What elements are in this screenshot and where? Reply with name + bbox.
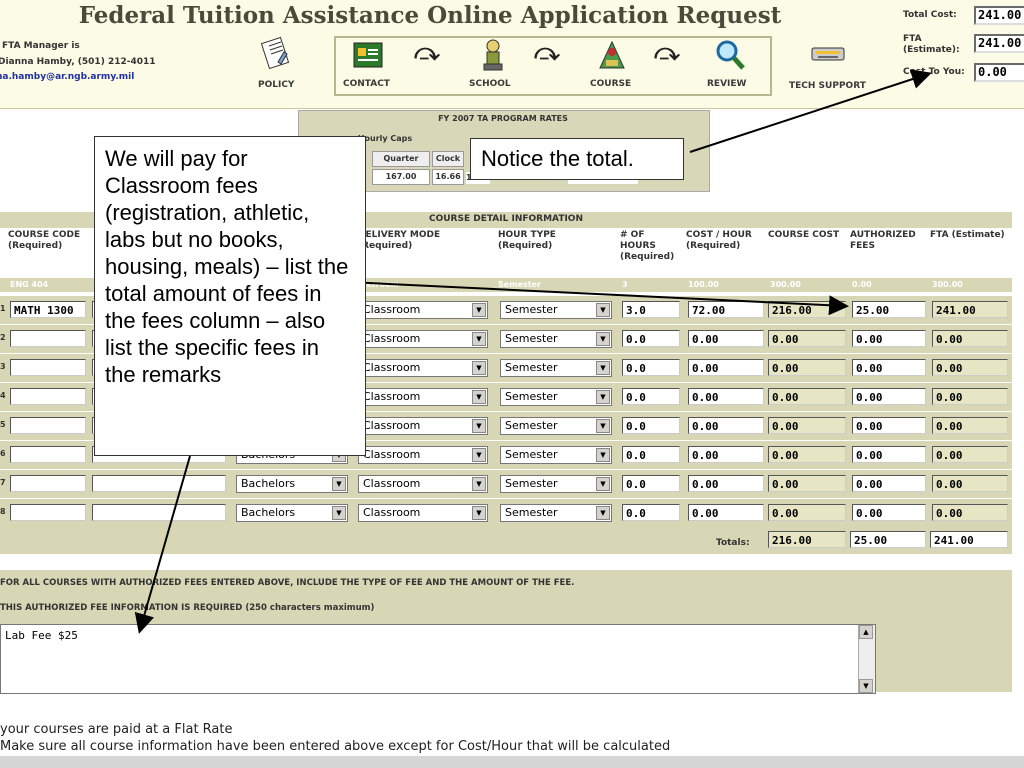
fees-callout: We will pay for Classroom fees (registra… xyxy=(94,136,366,456)
total-callout: Notice the total. xyxy=(470,138,684,180)
arrow-to-total xyxy=(689,69,932,153)
arrow-to-remarks xyxy=(134,455,191,634)
arrow-to-fees xyxy=(347,281,849,316)
